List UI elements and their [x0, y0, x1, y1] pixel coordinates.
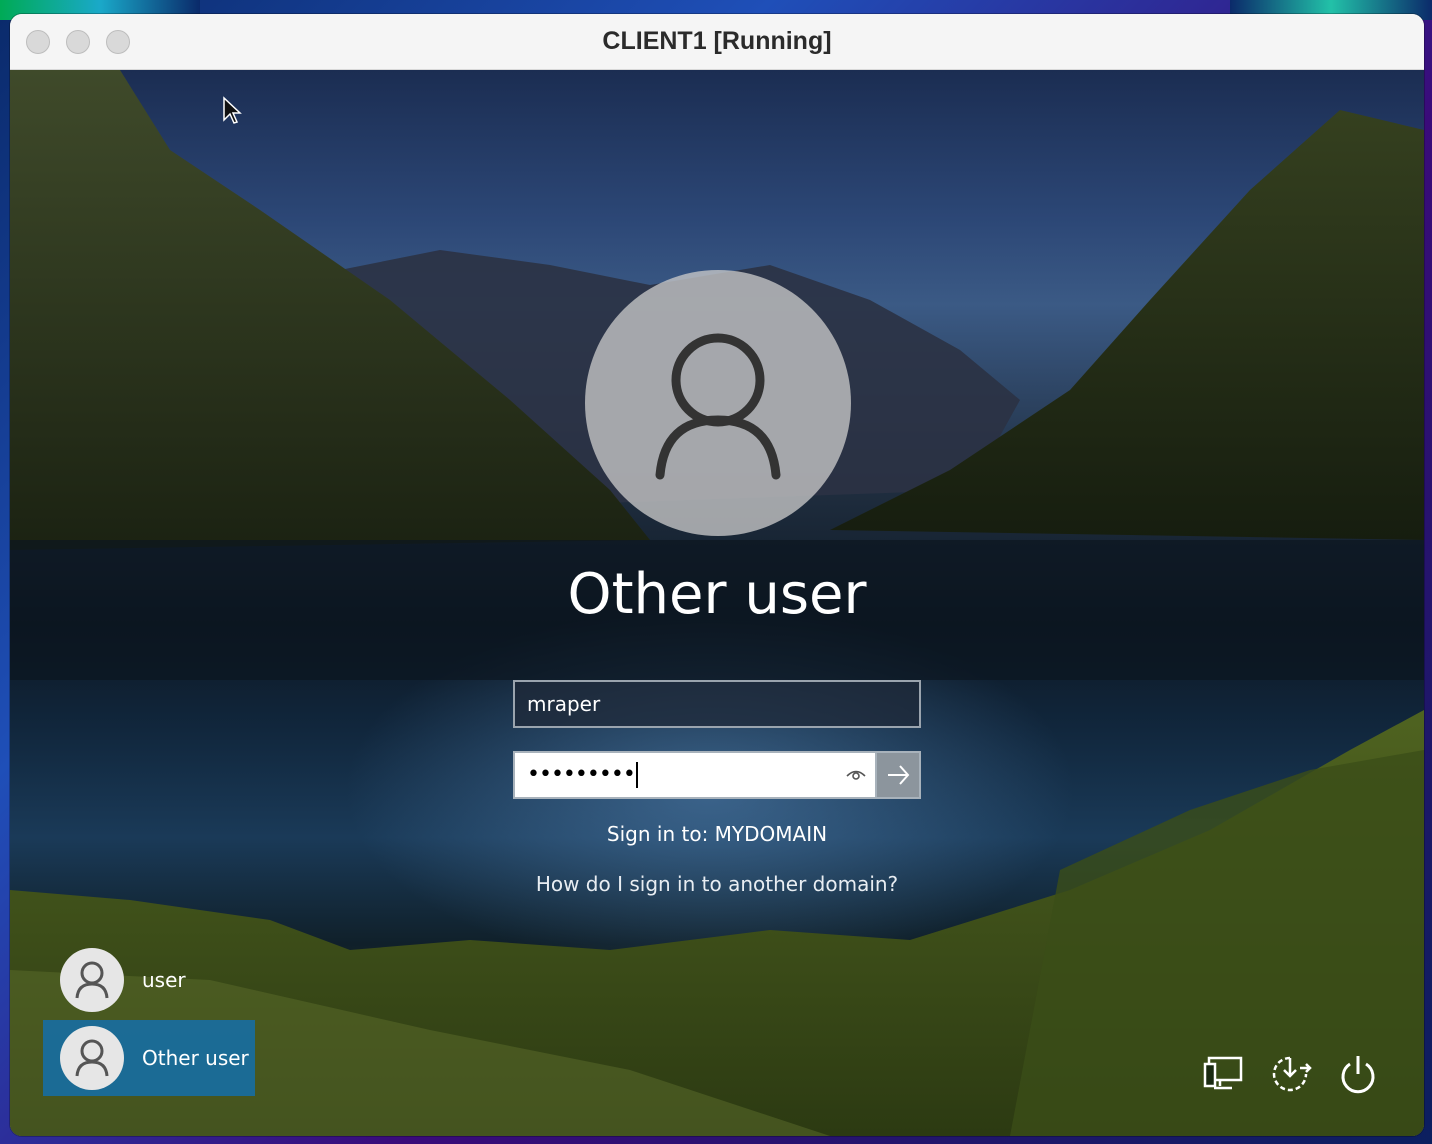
submit-button[interactable]: [875, 751, 921, 799]
person-icon: [75, 961, 109, 999]
account-tile-user[interactable]: user: [43, 942, 255, 1018]
user-avatar: [585, 270, 851, 536]
vm-window: CLIENT1 [Running] Other user mraper ••••…: [10, 14, 1424, 1136]
display-name: Other user: [567, 562, 867, 627]
avatar: [60, 948, 124, 1012]
account-label: Other user: [142, 1046, 249, 1070]
mouse-cursor-icon: [223, 96, 242, 124]
window-title: CLIENT1 [Running]: [602, 27, 832, 55]
power-icon[interactable]: [1334, 1050, 1382, 1098]
arrow-right-icon: [888, 765, 910, 785]
account-label: user: [142, 968, 186, 992]
account-tile-other-user[interactable]: Other user: [43, 1020, 255, 1096]
reveal-password-icon[interactable]: [845, 765, 867, 785]
text-caret: [635, 762, 638, 788]
network-icon[interactable]: [1200, 1050, 1248, 1098]
password-value: •••••••••: [527, 753, 638, 797]
lock-screen: Other user mraper ••••••••• Sign in to: …: [10, 70, 1424, 1136]
accessibility-icon[interactable]: [1266, 1050, 1314, 1098]
person-icon: [75, 1039, 109, 1077]
title-bar: CLIENT1 [Running]: [10, 14, 1424, 70]
username-input[interactable]: mraper: [513, 680, 921, 728]
other-domain-link[interactable]: How do I sign in to another domain?: [10, 872, 1424, 896]
avatar: [60, 1026, 124, 1090]
sign-in-domain-text: Sign in to: MYDOMAIN: [606, 822, 828, 846]
password-input[interactable]: •••••••••: [513, 751, 921, 799]
person-icon: [655, 333, 781, 480]
